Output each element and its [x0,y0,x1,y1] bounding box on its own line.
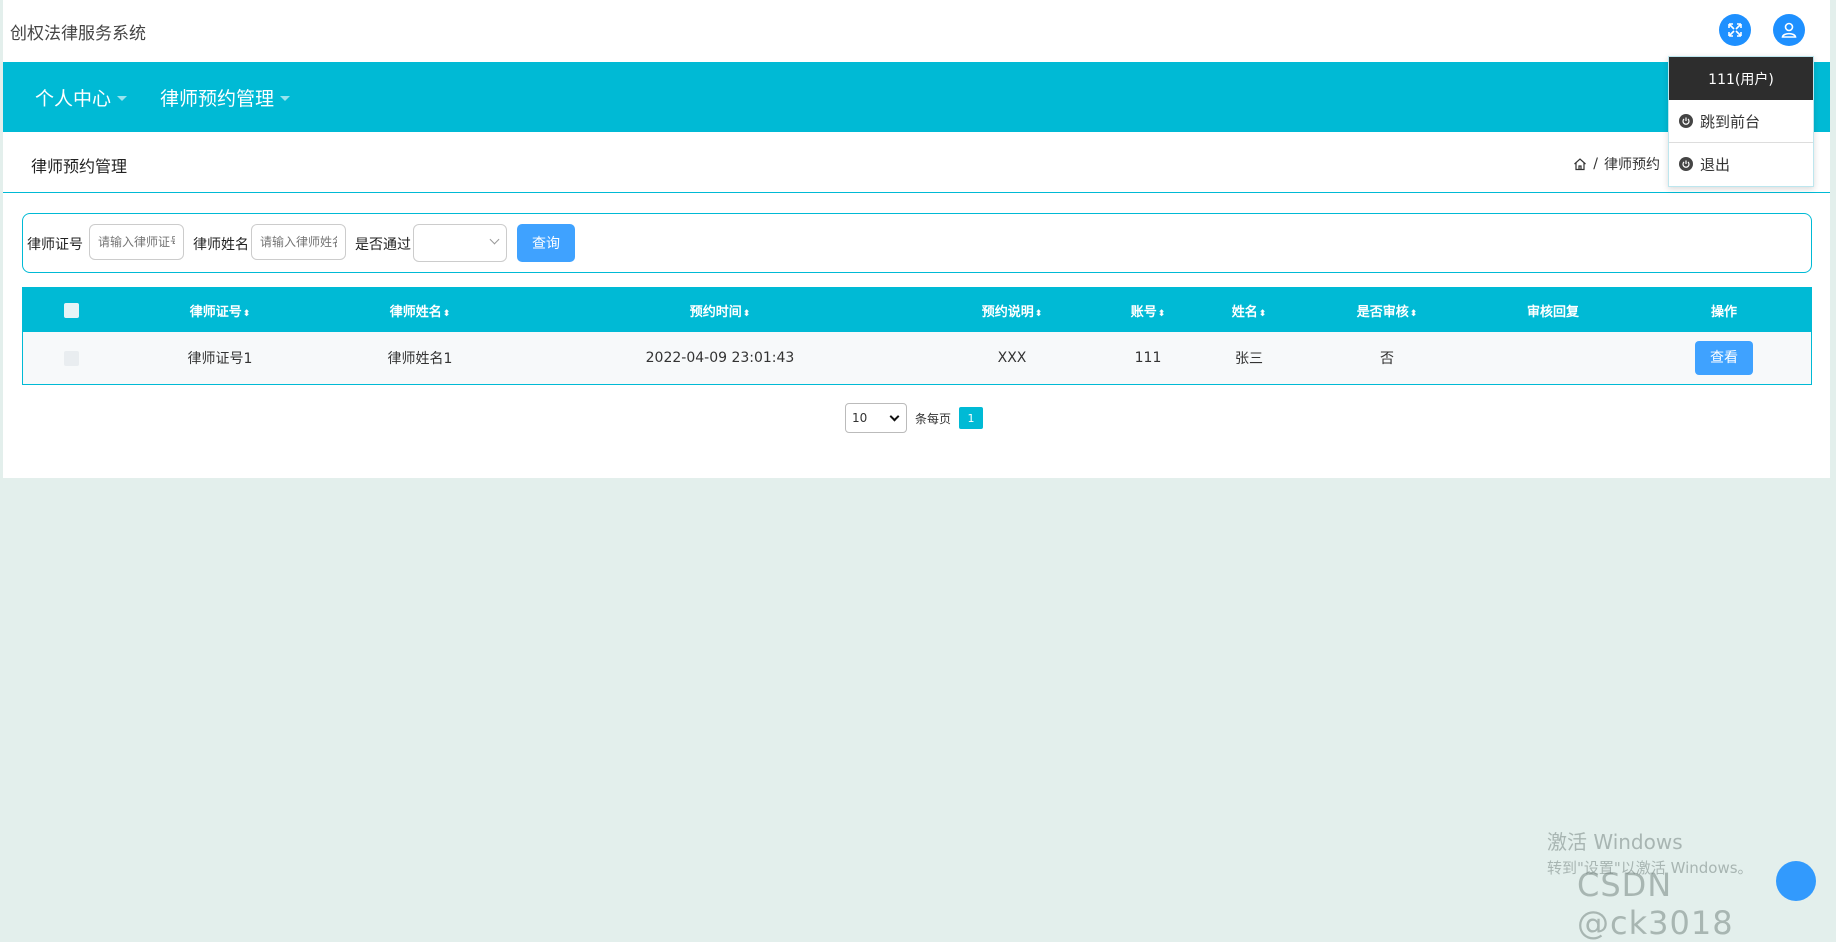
per-page-label: 条每页 [915,411,952,426]
nav-item-label: 律师预约管理 [160,88,275,110]
page-title: 律师预约管理 [31,157,128,176]
sort-icon[interactable]: ⬍ [443,309,451,319]
page-size-select[interactable]: 10 [845,403,907,433]
view-button[interactable]: 查看 [1695,341,1753,375]
breadcrumb-separator: / [1593,156,1598,172]
passed-select[interactable] [413,224,507,262]
license-label: 律师证号 [27,237,83,253]
column-header-actions: 操作 [1637,287,1812,332]
menu-item-label: 退出 [1700,155,1731,174]
user-icon [1781,22,1797,38]
column-header-time[interactable]: 预约时间⬍ [519,287,921,332]
breadcrumb-current: 律师预约 [1604,157,1660,173]
column-header-note[interactable]: 预约说明⬍ [921,287,1103,332]
fullscreen-icon [1728,23,1742,37]
column-header-reply: 审核回复 [1469,287,1637,332]
column-label: 预约说明 [981,304,1034,320]
caret-down-icon [280,96,291,101]
lawyer-name-label: 律师姓名 [193,237,249,253]
main-nav: 个人中心 律师预约管理 [3,62,1830,132]
license-input[interactable] [89,224,184,260]
chevron-down-icon [889,411,900,422]
passed-label: 是否通过 [355,237,411,253]
user-menu-header: 111(用户) [1669,57,1813,100]
cell-account: 111 [1103,332,1193,385]
page-size-value: 10 [852,411,868,425]
goto-frontend-item[interactable]: 跳到前台 [1669,100,1813,142]
user-button[interactable] [1773,14,1805,46]
breadcrumb: / 律师预约 [1573,154,1660,174]
main-page: 创权法律服务系统 个人中心 律师预约管理 律师预约管理 / 律师预约 律师证号 … [3,0,1830,478]
cell-name: 张三 [1193,332,1305,385]
sort-icon[interactable]: ⬍ [1158,309,1166,319]
select-all-checkbox[interactable] [63,302,79,318]
nav-item-personal-center[interactable]: 个人中心 [35,84,128,111]
nav-item-lawyer-booking[interactable]: 律师预约管理 [160,84,291,111]
caret-down-icon [117,96,128,101]
column-label: 审核回复 [1526,304,1579,320]
cell-time: 2022-04-09 23:01:43 [519,332,921,385]
cell-actions: 查看 [1637,332,1812,385]
pagination: 10 条每页 1 [845,403,984,433]
power-icon [1679,157,1693,171]
column-header-name[interactable]: 姓名⬍ [1193,287,1305,332]
column-label: 姓名 [1231,304,1258,320]
nav-item-label: 个人中心 [35,88,112,110]
cell-note: XXX [921,332,1103,385]
csdn-watermark: CSDN @ck3018 [1577,866,1734,942]
select-all-cell [22,287,119,332]
user-menu: 111(用户) 跳到前台 退出 [1668,56,1814,187]
activation-title: 激活 Windows [1547,830,1683,854]
column-header-license[interactable]: 律师证号⬍ [119,287,321,332]
column-label: 预约时间 [689,304,742,320]
row-select-cell [22,332,119,385]
top-bar: 创权法律服务系统 [3,0,1830,62]
cell-lawyer-name: 律师姓名1 [321,332,519,385]
table-header-row: 律师证号⬍ 律师姓名⬍ 预约时间⬍ 预约说明⬍ 账号⬍ 姓名⬍ 是否审核⬍ 审核… [22,287,1812,332]
table-row: 律师证号1 律师姓名1 2022-04-09 23:01:43 XXX 111 … [22,332,1812,385]
sort-icon[interactable]: ⬍ [1259,309,1267,319]
power-icon [1679,114,1693,128]
column-header-account[interactable]: 账号⬍ [1103,287,1193,332]
column-label: 操作 [1710,304,1737,320]
row-checkbox[interactable] [63,350,79,366]
booking-table: 律师证号⬍ 律师姓名⬍ 预约时间⬍ 预约说明⬍ 账号⬍ 姓名⬍ 是否审核⬍ 审核… [22,287,1812,385]
page-header: 律师预约管理 / 律师预约 [3,132,1830,193]
menu-item-label: 跳到前台 [1700,112,1761,131]
column-label: 律师姓名 [389,304,442,320]
sort-icon[interactable]: ⬍ [1035,309,1043,319]
cell-reply [1469,332,1637,385]
column-header-lawyer-name[interactable]: 律师姓名⬍ [321,287,519,332]
page-number-button[interactable]: 1 [959,407,984,429]
column-label: 账号 [1130,304,1157,320]
fullscreen-button[interactable] [1719,14,1751,46]
home-icon[interactable] [1573,157,1587,171]
logout-item[interactable]: 退出 [1669,142,1813,185]
column-header-reviewed[interactable]: 是否审核⬍ [1305,287,1469,332]
app-title: 创权法律服务系统 [10,24,146,44]
column-label: 律师证号 [189,304,242,320]
search-form: 律师证号 律师姓名 是否通过 查询 [22,213,1812,273]
chevron-down-icon [489,234,500,245]
sort-icon[interactable]: ⬍ [243,309,251,319]
column-label: 是否审核 [1356,304,1409,320]
sort-icon[interactable]: ⬍ [1410,309,1418,319]
sort-icon[interactable]: ⬍ [743,309,751,319]
lawyer-name-input[interactable] [251,224,346,260]
cell-reviewed: 否 [1305,332,1469,385]
cell-license: 律师证号1 [119,332,321,385]
query-button[interactable]: 查询 [517,224,575,262]
